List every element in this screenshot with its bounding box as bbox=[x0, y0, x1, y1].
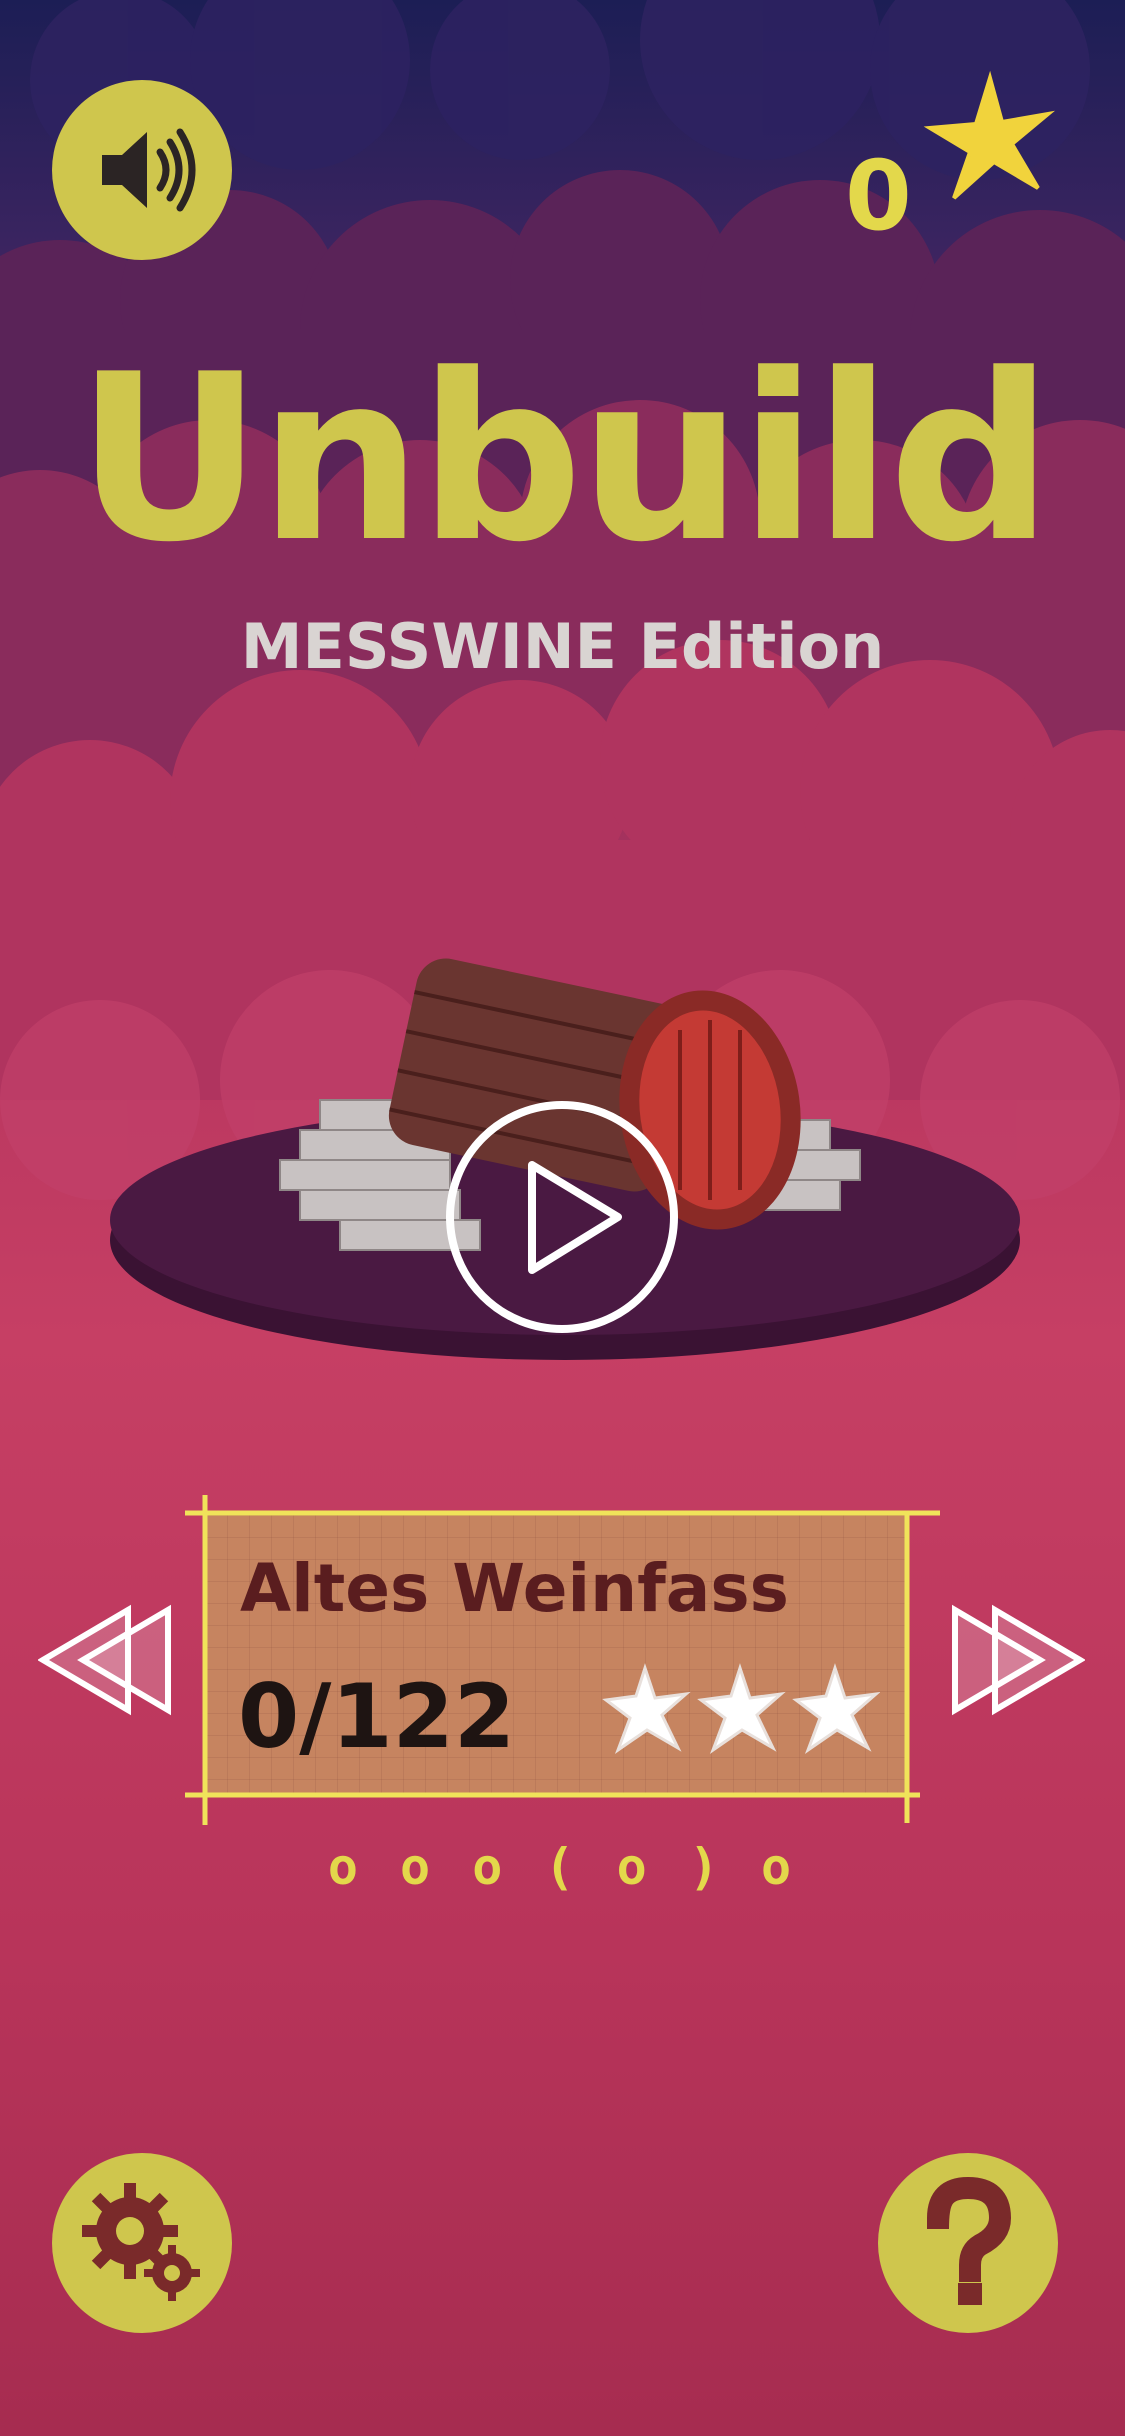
level-star-rating bbox=[602, 1663, 880, 1754]
settings-button[interactable] bbox=[52, 2153, 232, 2333]
question-mark-icon bbox=[926, 2176, 1012, 2305]
star-icon bbox=[697, 1663, 786, 1754]
star-count: 0 bbox=[845, 140, 912, 252]
double-chevron-left-icon bbox=[38, 1604, 171, 1716]
play-icon bbox=[528, 1161, 622, 1274]
prev-level-button[interactable] bbox=[38, 1600, 188, 1720]
game-title: Unbuild bbox=[75, 326, 1053, 593]
double-chevron-right-icon bbox=[952, 1604, 1085, 1716]
help-button[interactable] bbox=[878, 2153, 1058, 2333]
speaker-icon bbox=[102, 128, 196, 212]
star-icon bbox=[602, 1663, 691, 1754]
level-progress: 0/122 bbox=[238, 1665, 516, 1768]
play-button[interactable] bbox=[440, 1095, 685, 1340]
star-icon bbox=[923, 70, 1056, 200]
star-icon bbox=[792, 1663, 880, 1754]
level-pager: o o o ( o ) o bbox=[327, 1838, 798, 1896]
level-name: Altes Weinfass bbox=[240, 1550, 789, 1627]
next-level-button[interactable] bbox=[935, 1600, 1085, 1720]
edition-subtitle: MESSWINE Edition bbox=[240, 610, 885, 683]
gear-icon bbox=[82, 2183, 200, 2301]
sound-toggle-button[interactable] bbox=[52, 80, 232, 260]
